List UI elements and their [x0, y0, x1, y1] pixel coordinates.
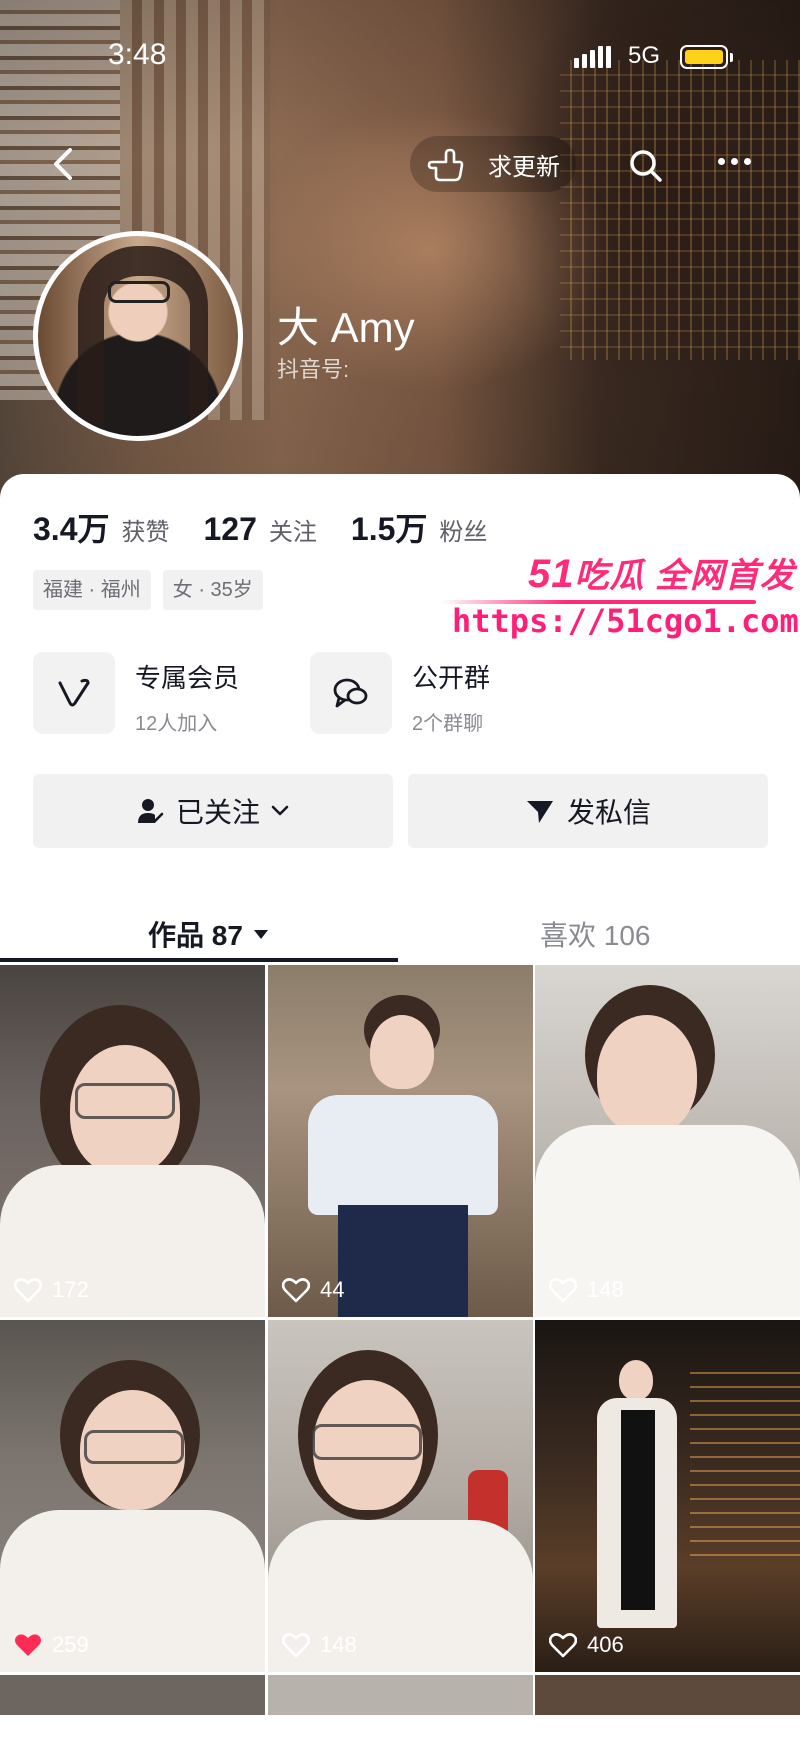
profile-name: 大 Amy: [277, 304, 415, 351]
group-chat-feature[interactable]: 公开群 2个群聊: [310, 652, 491, 735]
heart-outline-icon: [282, 1278, 310, 1303]
followers-label: 粉丝: [439, 519, 488, 546]
request-update-label: 求更新: [488, 153, 560, 181]
signal-icon: [574, 46, 611, 68]
tab-likes-label: 喜欢 106: [540, 920, 651, 951]
heart-outline-icon: [549, 1278, 577, 1303]
video-tile[interactable]: [0, 1675, 265, 1715]
tab-works[interactable]: 作品 87: [148, 894, 269, 974]
send-icon: [526, 801, 553, 823]
top-nav: 求更新: [0, 130, 800, 200]
v-icon: [33, 652, 115, 734]
content-tabs: 作品 87 喜欢 106: [0, 894, 800, 974]
followers-count[interactable]: 1.5万: [351, 504, 428, 550]
search-icon[interactable]: [628, 148, 664, 184]
profile-stats: 3.4万 获赞 127 关注 1.5万 粉丝: [33, 504, 521, 550]
like-count: 259: [14, 1632, 89, 1658]
network-type: 5G: [628, 42, 661, 69]
chevron-down-icon: [271, 805, 289, 816]
message-button-label: 发私信: [566, 797, 651, 828]
video-tile[interactable]: [268, 1675, 533, 1715]
like-count: 44: [282, 1277, 344, 1303]
gender-age-tag: 女 · 35岁: [162, 570, 263, 610]
status-bar: 3:48 5G: [0, 30, 800, 84]
group-chat-icon: [310, 652, 392, 734]
tab-works-label: 作品 87: [148, 920, 243, 951]
video-tile[interactable]: 259: [0, 1320, 265, 1672]
group-chat-title: 公开群: [412, 663, 491, 693]
video-tile[interactable]: 172: [0, 965, 265, 1317]
watermark-url: https://51cgo1.com: [452, 602, 799, 640]
status-time: 3:48: [108, 38, 167, 71]
tab-likes[interactable]: 喜欢 106: [540, 894, 651, 974]
pointing-hand-icon: [427, 148, 464, 182]
message-button[interactable]: 发私信: [408, 774, 768, 848]
likes-label: 获赞: [121, 519, 170, 546]
following-label: 关注: [268, 519, 317, 546]
following-button[interactable]: 已关注: [33, 774, 393, 848]
avatar[interactable]: [33, 231, 243, 441]
following-button-label: 已关注: [175, 797, 260, 828]
battery-icon: [680, 45, 728, 69]
location-tag: 福建 · 福州: [33, 570, 151, 610]
heart-outline-icon: [282, 1633, 310, 1658]
like-count: 172: [14, 1277, 89, 1303]
heart-outline-icon: [14, 1278, 42, 1303]
like-count: 148: [282, 1632, 357, 1658]
more-dots-icon[interactable]: [718, 158, 751, 165]
member-feature[interactable]: 专属会员 12人加入: [33, 652, 240, 735]
active-tab-indicator: [0, 958, 398, 962]
like-count: 148: [549, 1277, 624, 1303]
user-check-icon: [137, 799, 164, 823]
video-tile[interactable]: 148: [535, 965, 800, 1317]
watermark-title: 51吃瓜 全网首发: [528, 552, 795, 596]
chevron-left-icon[interactable]: [46, 144, 82, 184]
heart-outline-icon: [549, 1633, 577, 1658]
profile-card: 3.4万 获赞 127 关注 1.5万 粉丝 福建 · 福州 女 · 35岁 5…: [0, 474, 800, 1737]
video-tile[interactable]: [535, 1675, 800, 1715]
request-update-button[interactable]: 求更新: [410, 136, 576, 192]
profile-tags: 福建 · 福州 女 · 35岁: [33, 570, 263, 610]
caret-down-icon: [253, 930, 268, 939]
following-count[interactable]: 127: [204, 511, 257, 548]
heart-filled-icon: [15, 1634, 41, 1656]
like-count: 406: [549, 1632, 624, 1658]
douyin-id[interactable]: 抖音号:: [277, 352, 349, 384]
video-tile[interactable]: 406: [535, 1320, 800, 1672]
video-tile[interactable]: 44: [268, 965, 533, 1317]
video-tile[interactable]: 148: [268, 1320, 533, 1672]
group-chat-subtitle: 2个群聊: [412, 713, 484, 735]
member-subtitle: 12人加入: [135, 713, 218, 735]
likes-count[interactable]: 3.4万: [33, 504, 110, 550]
member-title: 专属会员: [135, 663, 240, 693]
